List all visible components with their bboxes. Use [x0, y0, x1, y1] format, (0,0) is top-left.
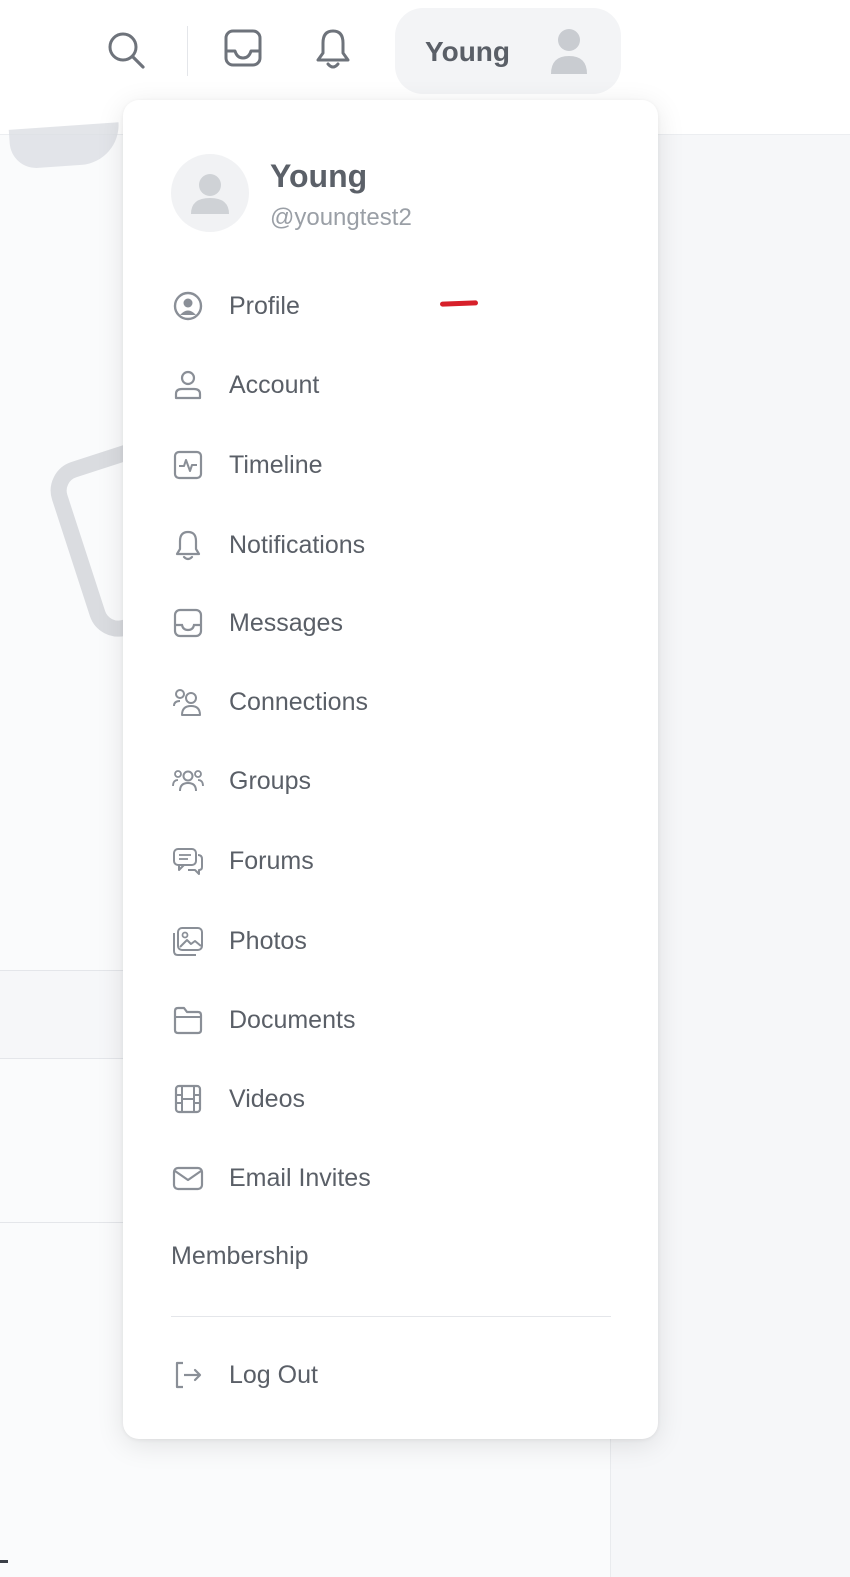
background-mark: [0, 1560, 8, 1563]
connections-icon: [171, 685, 205, 719]
envelope-icon: [171, 1161, 205, 1195]
menu-divider: [171, 1316, 611, 1317]
inbox-icon: [171, 606, 205, 640]
folder-icon: [171, 1003, 205, 1037]
menu-item-label: Membership: [171, 1241, 309, 1270]
avatar-icon: [191, 174, 229, 214]
photos-icon: [171, 924, 205, 958]
bell-icon[interactable]: [312, 26, 354, 72]
menu-item-groups[interactable]: Groups: [171, 756, 611, 806]
background-row: [0, 971, 140, 1058]
menu-item-log-out[interactable]: Log Out: [171, 1350, 611, 1400]
menu-item-messages[interactable]: Messages: [171, 598, 611, 648]
top-bar: Young: [0, 0, 850, 100]
user-dropdown-menu: Young @youngtest2 Profile Account Timeli…: [123, 100, 658, 1439]
menu-item-email-invites[interactable]: Email Invites: [171, 1153, 611, 1203]
user-name: Young: [425, 36, 511, 67]
menu-item-connections[interactable]: Connections: [171, 677, 611, 727]
menu-item-label: Documents: [229, 1005, 356, 1034]
activity-icon: [171, 448, 205, 482]
logout-icon: [171, 1358, 205, 1392]
menu-item-label: Email Invites: [229, 1163, 371, 1192]
menu-item-profile[interactable]: Profile: [171, 281, 611, 331]
film-icon: [171, 1082, 205, 1116]
user-menu-toggle[interactable]: Young: [395, 8, 621, 94]
menu-item-videos[interactable]: Videos: [171, 1074, 611, 1124]
profile-circle-icon: [171, 289, 205, 323]
bell-icon: [171, 528, 205, 562]
forums-icon: [171, 844, 205, 878]
menu-item-label: Photos: [229, 926, 307, 955]
groups-icon: [171, 764, 205, 798]
background-divider: [0, 970, 140, 971]
avatar: [171, 154, 249, 232]
menu-item-label: Account: [229, 370, 320, 399]
inbox-icon[interactable]: [222, 27, 264, 69]
menu-item-account[interactable]: Account: [171, 360, 611, 410]
background-divider: [0, 1058, 140, 1059]
menu-item-label: Profile: [229, 291, 300, 320]
menu-item-label: Log Out: [229, 1360, 318, 1389]
menu-item-label: Videos: [229, 1084, 305, 1113]
menu-item-membership[interactable]: Membership: [171, 1231, 611, 1281]
user-icon: [171, 368, 205, 402]
menu-item-documents[interactable]: Documents: [171, 995, 611, 1045]
menu-item-label: Connections: [229, 687, 368, 716]
menu-item-label: Timeline: [229, 450, 323, 479]
menu-item-timeline[interactable]: Timeline: [171, 440, 611, 490]
menu-item-label: Messages: [229, 608, 343, 637]
menu-item-photos[interactable]: Photos: [171, 916, 611, 966]
menu-user-header[interactable]: Young @youngtest2: [123, 100, 658, 250]
menu-item-forums[interactable]: Forums: [171, 836, 611, 886]
menu-user-handle: @youngtest2: [270, 204, 412, 231]
search-icon[interactable]: [104, 28, 148, 72]
background-divider: [0, 1222, 140, 1223]
menu-user-name: Young: [270, 158, 368, 194]
menu-item-label: Groups: [229, 766, 311, 795]
menu-item-label: Notifications: [229, 530, 366, 559]
menu-item-notifications[interactable]: Notifications: [171, 520, 611, 570]
avatar-icon: [547, 26, 591, 76]
toolbar-divider: [187, 26, 188, 76]
menu-item-label: Forums: [229, 846, 314, 875]
